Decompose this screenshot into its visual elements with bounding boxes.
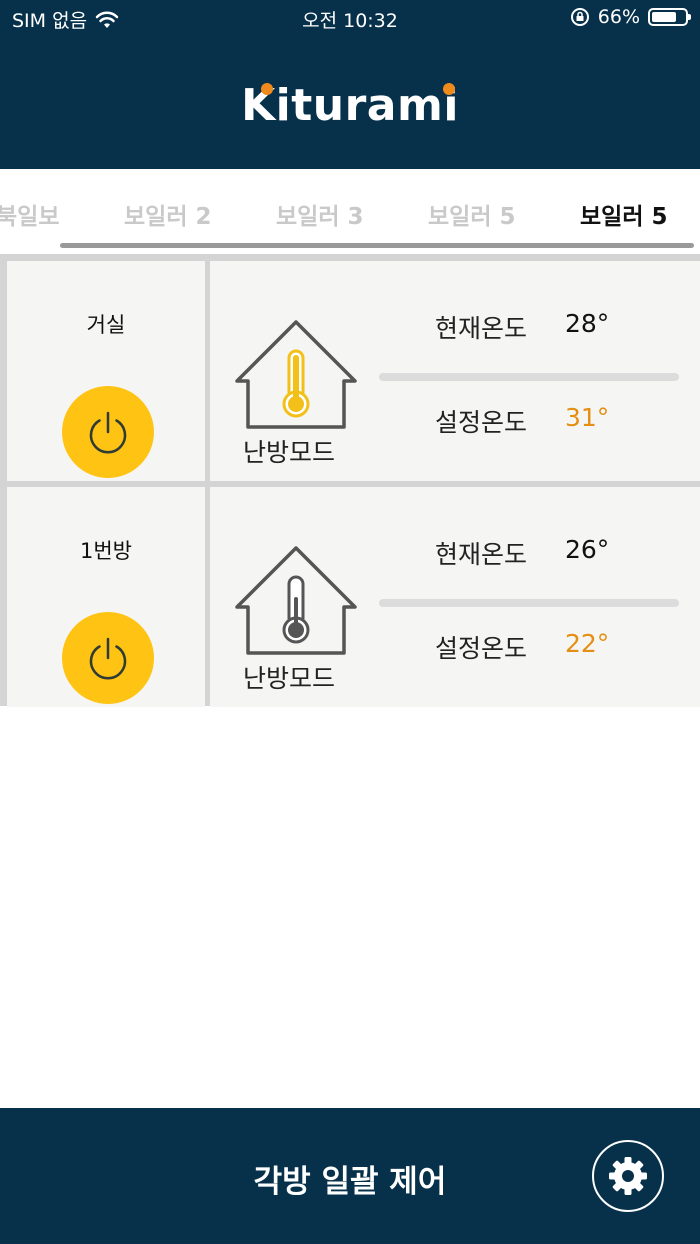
- set-temp-value: 22°: [565, 629, 610, 658]
- tab-boiler-3[interactable]: 보일러 3: [276, 197, 364, 231]
- settings-button[interactable]: [592, 1140, 664, 1212]
- room-status-cell[interactable]: 난방모드 현재온도 26° 설정온도 22°: [210, 487, 700, 707]
- heating-mode-icon: [235, 320, 357, 429]
- room-row: 거실 난방모드 현재온도 28° 설정온도 31°: [7, 261, 700, 481]
- tab-boiler-2[interactable]: 보일러 2: [124, 197, 212, 231]
- heating-mode-icon: [235, 546, 357, 655]
- set-temp-label: 설정온도: [435, 408, 528, 437]
- mode-label: 난방모드: [243, 438, 336, 467]
- app-header: SIM 없음 오전 10:32 66% Kiturami: [0, 0, 700, 169]
- room-control-cell: 1번방: [7, 487, 205, 707]
- room-row: 1번방 난방모드 현재온도 26° 설정온도 22°: [7, 487, 700, 707]
- set-temp-label: 설정온도: [435, 634, 528, 663]
- room-name: 거실: [86, 313, 126, 337]
- battery-percent: 66%: [597, 6, 640, 28]
- power-button[interactable]: [62, 612, 154, 704]
- tab-boiler-5a[interactable]: 보일러 5: [428, 197, 516, 231]
- logo-dot-i1: [261, 83, 274, 95]
- orientation-lock-icon: [570, 8, 589, 26]
- power-button[interactable]: [62, 386, 154, 478]
- status-bar: SIM 없음 오전 10:32 66%: [0, 6, 700, 32]
- logo-dot-i2: [442, 83, 455, 95]
- current-temp-value: 28°: [565, 309, 610, 338]
- power-icon: [89, 637, 127, 680]
- current-temp-value: 26°: [565, 535, 610, 564]
- set-temp-value: 31°: [565, 403, 610, 432]
- tab-boiler-5-active[interactable]: 보일러 5: [580, 197, 668, 231]
- room-status-cell[interactable]: 난방모드 현재온도 28° 설정온도 31°: [210, 261, 700, 481]
- power-icon: [89, 411, 127, 454]
- room-control-cell: 거실: [7, 261, 205, 481]
- bottom-bar: 각방 일괄 제어: [0, 1108, 700, 1244]
- divider: [379, 373, 679, 381]
- room-name: 1번방: [79, 539, 132, 563]
- logo-text: Kiturami: [241, 80, 459, 131]
- gear-icon: [609, 1157, 647, 1195]
- kiturami-logo: Kiturami: [0, 80, 700, 131]
- divider: [379, 599, 679, 607]
- tab-boiler-partial[interactable]: 북일보: [0, 197, 59, 231]
- current-temp-label: 현재온도: [435, 314, 528, 343]
- battery-icon: [648, 8, 691, 26]
- room-list: 거실 난방모드 현재온도 28° 설정온도 31° 1번방 난방모드 현재온도 …: [0, 254, 700, 707]
- boiler-tabs: 북일보 보일러 2 보일러 3 보일러 5 보일러 5: [0, 169, 700, 249]
- tab-indicator-line: [60, 243, 694, 248]
- current-temp-label: 현재온도: [435, 540, 528, 569]
- mode-label: 난방모드: [243, 664, 336, 693]
